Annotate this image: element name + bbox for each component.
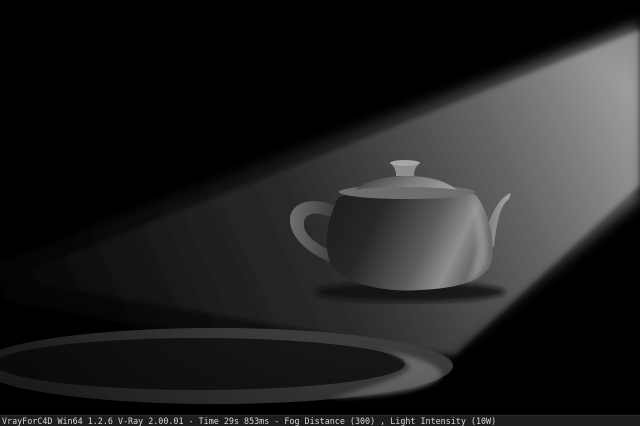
render-viewport: VrayForC4D Win64 1.2.6 V-Ray 2.00.01 - T… <box>0 0 640 426</box>
vignette <box>0 0 640 426</box>
render-status-bar: VrayForC4D Win64 1.2.6 V-Ray 2.00.01 - T… <box>0 415 640 426</box>
rendered-scene <box>0 0 640 426</box>
render-status-text: VrayForC4D Win64 1.2.6 V-Ray 2.00.01 - T… <box>2 416 497 426</box>
